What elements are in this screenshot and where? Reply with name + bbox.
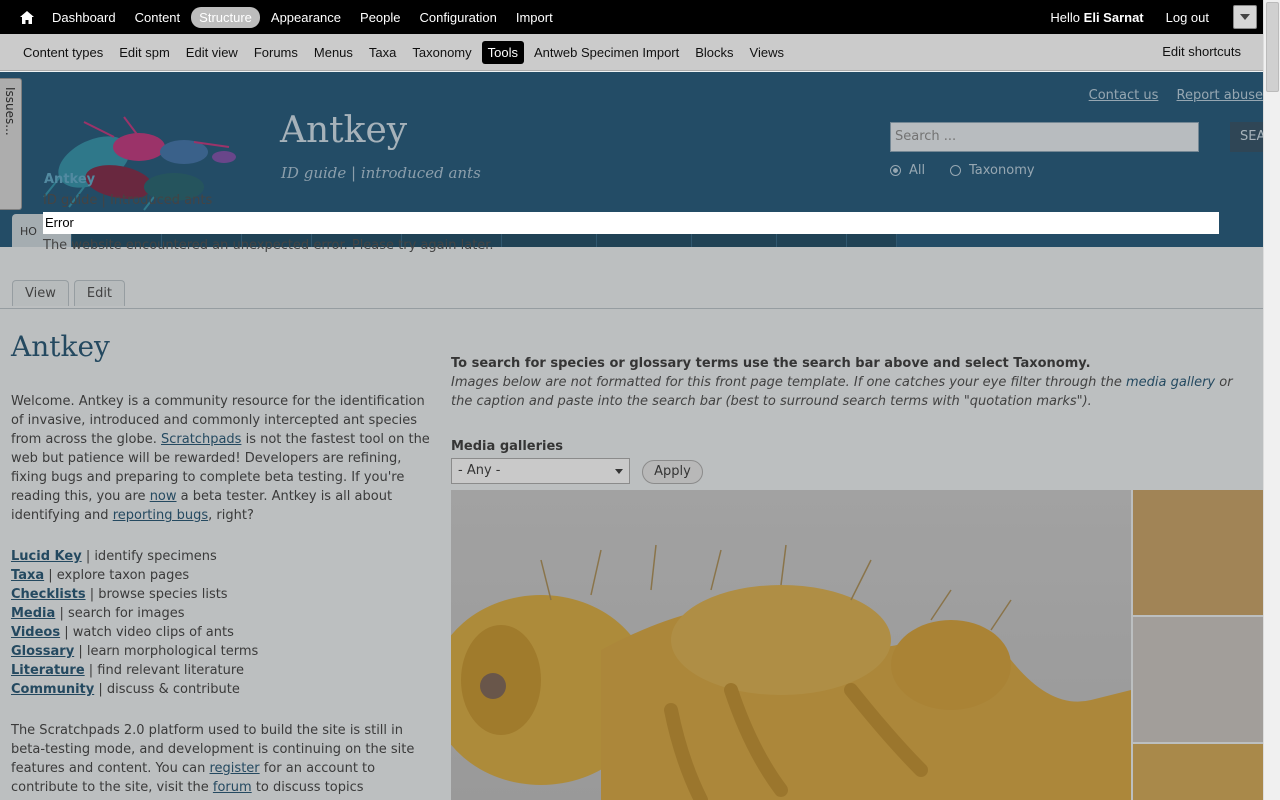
list-item: Glossary | learn morphological terms	[11, 644, 259, 659]
tab-edit[interactable]: Edit	[73, 280, 126, 306]
list-item: Literature | find relevant literature	[11, 663, 244, 678]
toolbar-structure[interactable]: Structure	[191, 6, 260, 28]
shortcut-edit-view[interactable]: Edit view	[180, 41, 244, 64]
toolbar-configuration[interactable]: Configuration	[412, 7, 505, 28]
site-slogan: ID guide | introduced ants	[281, 164, 481, 182]
list-item: Checklists | browse species lists	[11, 587, 228, 602]
forum-link[interactable]: forum	[213, 780, 252, 795]
toolbar-user-area: Hello Eli Sarnat Log out	[1050, 0, 1257, 34]
toolbar-content[interactable]: Content	[127, 7, 189, 28]
media-column: To search for species or glossary terms …	[451, 354, 1280, 411]
list-item: Community | discuss & contribute	[11, 682, 240, 697]
glossary-link[interactable]: Glossary	[11, 644, 74, 659]
literature-link[interactable]: Literature	[11, 663, 85, 678]
report-abuse-link[interactable]: Report abuse	[1177, 88, 1263, 103]
media-link[interactable]: Media	[11, 606, 55, 621]
toolbar-dashboard[interactable]: Dashboard	[44, 7, 124, 28]
intro-paragraph: Welcome. Antkey is a community resource …	[11, 394, 430, 523]
page-title: Antkey	[11, 330, 110, 363]
scrollbar-thumb[interactable]	[1266, 2, 1279, 92]
scratchpads-link[interactable]: Scratchpads	[161, 432, 241, 447]
apply-button[interactable]: Apply	[642, 460, 703, 484]
logo-caption: Antkey	[44, 172, 96, 187]
issues-tab[interactable]: Issues...	[0, 78, 22, 210]
media-thumbnail[interactable]	[1133, 490, 1263, 615]
specimen-image[interactable]	[451, 490, 1131, 800]
logout-link[interactable]: Log out	[1158, 7, 1217, 28]
shortcut-blocks[interactable]: Blocks	[689, 41, 739, 64]
radio-all[interactable]: All	[890, 163, 925, 178]
reporting-bugs-link[interactable]: reporting bugs	[113, 508, 208, 523]
greeting: Hello Eli Sarnat	[1050, 9, 1144, 25]
tabs-divider	[0, 308, 1263, 309]
list-item: Lucid Key | identify specimens	[11, 549, 217, 564]
media-thumbnail[interactable]	[1133, 617, 1263, 742]
ant-specimen-icon	[451, 544, 1131, 800]
radio-all-dot	[890, 165, 901, 176]
media-galleries-label: Media galleries	[451, 439, 564, 454]
shortcut-taxa[interactable]: Taxa	[363, 41, 402, 64]
search-input[interactable]: Search ...	[890, 122, 1199, 152]
user-name[interactable]: Eli Sarnat	[1084, 10, 1144, 25]
local-tabs: View Edit	[12, 280, 130, 306]
shortcut-menus[interactable]: Menus	[308, 41, 359, 64]
page-scrollbar[interactable]	[1263, 0, 1280, 800]
now-link[interactable]: now	[150, 489, 177, 504]
site-name[interactable]: Antkey	[280, 110, 407, 151]
radio-taxonomy-dot	[950, 165, 961, 176]
admin-toolbar: Dashboard Content Structure Appearance P…	[0, 0, 1263, 34]
chevron-down-icon	[615, 469, 623, 474]
logo-subtext: ID guide | Introduced ants	[43, 193, 213, 208]
toolbar-people[interactable]: People	[352, 7, 408, 28]
shortcut-content-types[interactable]: Content types	[17, 41, 109, 64]
list-item: Media | search for images	[11, 606, 185, 621]
chevron-down-icon	[1240, 14, 1250, 20]
shortcuts-bar: Content types Edit spm Edit view Forums …	[0, 34, 1263, 71]
toolbar-appearance[interactable]: Appearance	[263, 7, 349, 28]
tab-view[interactable]: View	[12, 280, 69, 306]
header-links: Contact us Report abuse	[1075, 88, 1263, 103]
search-instructions: To search for species or glossary terms …	[451, 356, 1091, 371]
shortcut-views[interactable]: Views	[744, 41, 790, 64]
shortcut-antweb-import[interactable]: Antweb Specimen Import	[528, 41, 685, 64]
shortcut-taxonomy[interactable]: Taxonomy	[406, 41, 477, 64]
media-thumbnail[interactable]	[1133, 744, 1263, 800]
image-note: Images below are not formatted for this …	[451, 375, 1233, 390]
error-message: The website encountered an unexpected er…	[43, 238, 494, 253]
shortcut-forums[interactable]: Forums	[248, 41, 304, 64]
checklists-link[interactable]: Checklists	[11, 587, 86, 602]
image-note-2: the caption and paste into the search ba…	[451, 394, 1092, 409]
edit-shortcuts-link[interactable]: Edit shortcuts	[1162, 44, 1241, 59]
toolbar-drawer-toggle[interactable]	[1233, 5, 1257, 29]
issues-tab-label: Issues...	[3, 87, 17, 136]
media-gallery-link[interactable]: media gallery	[1126, 375, 1215, 390]
platform-paragraph: The Scratchpads 2.0 platform used to bui…	[11, 723, 415, 795]
list-item: Videos | watch video clips of ants	[11, 625, 234, 640]
list-item: Taxa | explore taxon pages	[11, 568, 190, 583]
radio-taxonomy[interactable]: Taxonomy	[950, 163, 1035, 178]
contact-us-link[interactable]: Contact us	[1089, 88, 1159, 103]
media-gallery-select[interactable]: - Any -	[451, 458, 630, 484]
intro-column: Welcome. Antkey is a community resource …	[11, 392, 431, 800]
toolbar-import[interactable]: Import	[508, 7, 561, 28]
shortcut-tools[interactable]: Tools	[481, 40, 524, 64]
lucid-key-link[interactable]: Lucid Key	[11, 549, 82, 564]
videos-link[interactable]: Videos	[11, 625, 60, 640]
taxa-link[interactable]: Taxa	[11, 568, 44, 583]
home-icon[interactable]	[10, 0, 44, 34]
shortcut-edit-spm[interactable]: Edit spm	[113, 41, 176, 64]
register-link[interactable]: register	[210, 761, 260, 776]
quick-links: Lucid Key | identify specimens Taxa | ex…	[11, 547, 431, 699]
community-link[interactable]: Community	[11, 682, 94, 697]
error-title: Error	[43, 212, 1219, 234]
